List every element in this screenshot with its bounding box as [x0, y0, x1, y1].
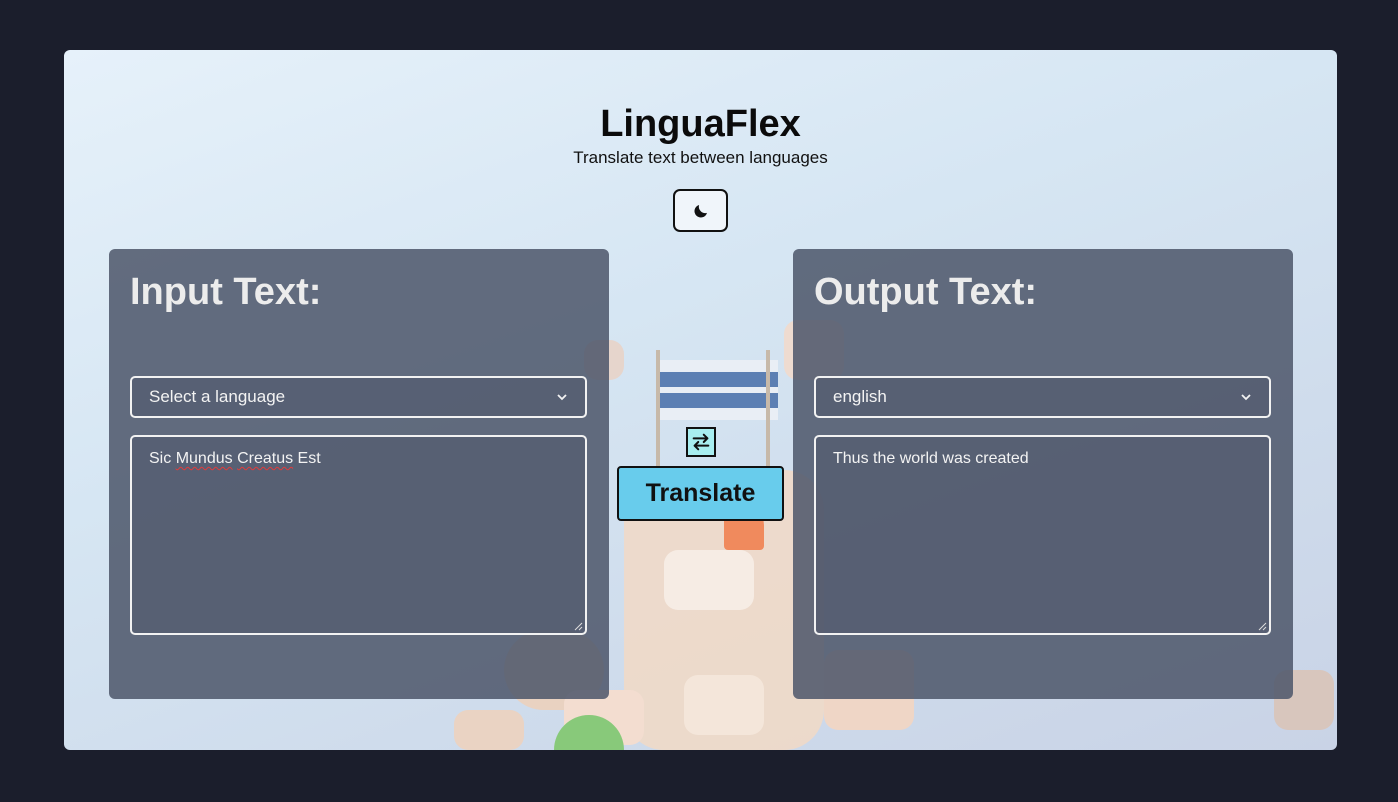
source-language-value: Select a language [149, 387, 286, 406]
input-word: Est [297, 450, 321, 467]
input-word: Sic [149, 450, 172, 467]
input-word-misspelled: Creatus [237, 450, 294, 467]
target-language-select[interactable]: english [814, 376, 1271, 418]
output-heading: Output Text: [814, 271, 1038, 313]
resize-grip-icon[interactable] [1257, 621, 1267, 631]
input-text-area[interactable]: Sic Mundus Creatus Est [130, 435, 587, 635]
input-heading: Input Text: [130, 271, 322, 313]
app-title: LinguaFlex [600, 103, 801, 145]
resize-grip-icon[interactable] [573, 621, 583, 631]
chevron-down-icon [557, 394, 567, 401]
swap-arrows-icon [692, 433, 710, 451]
translate-button[interactable]: Translate [617, 466, 784, 521]
app-window: LinguaFlex Translate text between langua… [64, 50, 1337, 750]
swap-languages-button[interactable] [686, 427, 716, 457]
input-text-value: Sic Mundus Creatus Est [149, 450, 321, 467]
theme-toggle-button[interactable] [673, 189, 728, 232]
header: LinguaFlex Translate text between langua… [64, 102, 1337, 168]
app-subtitle: Translate text between languages [573, 148, 828, 167]
input-word-misspelled: Mundus [175, 450, 233, 467]
input-panel: Input Text: Select a language Sic Mundus… [109, 249, 609, 699]
output-text-value: Thus the world was created [833, 450, 1029, 467]
source-language-select[interactable]: Select a language [130, 376, 587, 418]
chevron-down-icon [1241, 394, 1251, 401]
output-text-area[interactable]: Thus the world was created [814, 435, 1271, 635]
output-panel: Output Text: english Thus the world was … [793, 249, 1293, 699]
target-language-value: english [833, 387, 887, 406]
moon-icon [693, 204, 707, 218]
